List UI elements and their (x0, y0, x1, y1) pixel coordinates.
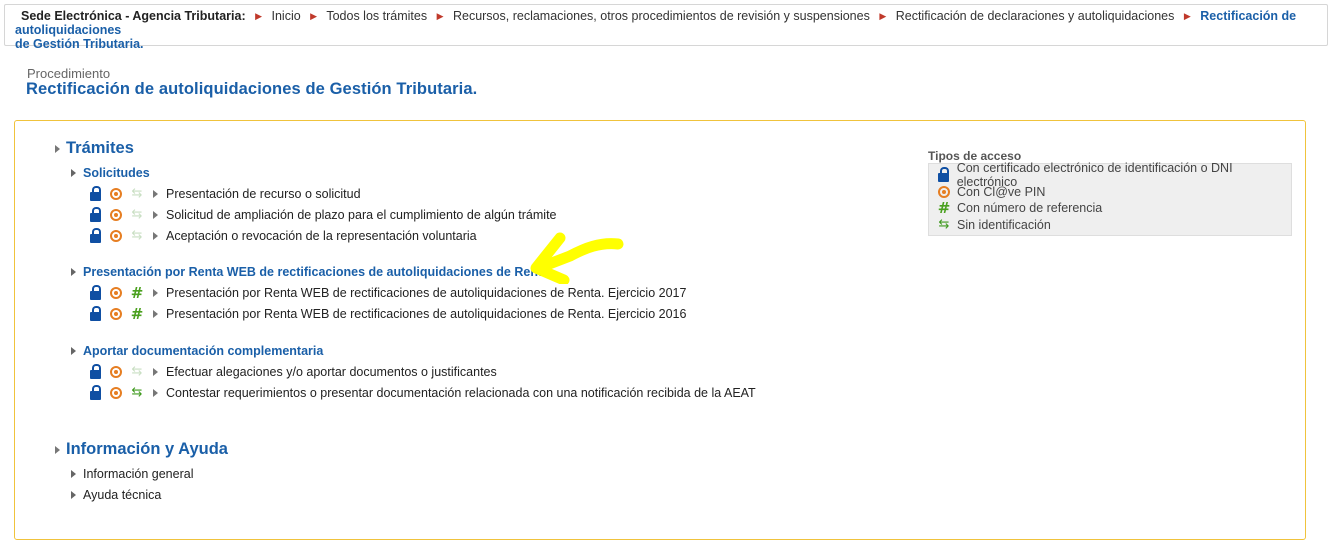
breadcrumb-separator-icon: ▶ (879, 11, 887, 21)
bullet-arrow-icon (71, 491, 76, 499)
section-informacion-ayuda[interactable]: Información y Ayuda (55, 440, 228, 459)
tramite-item[interactable]: ⇆ Aceptación o revocación de la represen… (86, 227, 477, 245)
procedure-label: Procedimiento (27, 66, 111, 81)
info-link-ayuda-tecnica[interactable]: Ayuda técnica (71, 488, 161, 502)
tramite-item[interactable]: ⇆ Efectuar alegaciones y/o aportar docum… (86, 363, 497, 381)
no-identification-icon: ⇆ (938, 216, 950, 232)
hash-icon: # (130, 305, 144, 323)
section-tramites[interactable]: Trámites (55, 139, 134, 158)
group-solicitudes[interactable]: Solicitudes (71, 166, 150, 180)
lock-icon (86, 186, 104, 202)
bullet-arrow-icon (153, 368, 158, 376)
legend-label: Sin identificación (957, 217, 1051, 232)
info-label: Información general (83, 467, 194, 481)
expand-arrow-icon (71, 347, 76, 355)
breadcrumb-separator-icon: ▶ (1183, 11, 1191, 21)
legend-row: # Con número de referencia (935, 200, 1291, 217)
no-identification-icon-disabled: ⇆ (131, 207, 143, 222)
hash-icon: # (937, 199, 951, 218)
tramite-label: Efectuar alegaciones y/o aportar documen… (166, 365, 497, 379)
clave-pin-icon (107, 385, 125, 401)
bullet-arrow-icon (153, 289, 158, 297)
lock-icon (935, 167, 953, 183)
lock-icon (86, 285, 104, 301)
clave-pin-icon (107, 364, 125, 380)
group-title: Presentación por Renta WEB de rectificac… (83, 265, 550, 279)
tramite-item[interactable]: ⇆ Contestar requerimientos o presentar d… (86, 384, 756, 402)
page-title: Rectificación de autoliquidaciones de Ge… (26, 80, 478, 98)
tramite-label: Aceptación o revocación de la representa… (166, 229, 477, 243)
yellow-arrow-annotation-icon (530, 232, 624, 284)
legend-label: Con Cl@ve PIN (957, 184, 1046, 199)
legend-row: Con certificado electrónico de identific… (935, 161, 1291, 189)
bullet-arrow-icon (153, 190, 158, 198)
breadcrumb-link-recursos[interactable]: Recursos, reclamaciones, otros procedimi… (453, 9, 870, 23)
group-renta-web[interactable]: Presentación por Renta WEB de rectificac… (71, 265, 549, 279)
info-link-general[interactable]: Información general (71, 467, 193, 481)
lock-icon (86, 306, 104, 322)
expand-arrow-icon (71, 268, 76, 276)
clave-pin-icon (107, 207, 125, 223)
expand-arrow-icon (55, 445, 60, 454)
clave-pin-icon (107, 285, 125, 301)
expand-arrow-icon (55, 144, 60, 153)
tramite-label: Presentación por Renta WEB de rectificac… (166, 307, 687, 321)
breadcrumb-link-rectificacion-declaraciones[interactable]: Rectificación de declaraciones y autoliq… (896, 9, 1175, 23)
group-title: Aportar documentación complementaria (83, 344, 324, 358)
breadcrumb-link-todos-los-tramites[interactable]: Todos los trámites (326, 9, 427, 23)
tramite-label: Presentación de recurso o solicitud (166, 187, 361, 201)
section-tramites-title: Trámites (66, 139, 134, 157)
tramite-label: Contestar requerimientos o presentar doc… (166, 386, 756, 400)
no-identification-icon: ⇆ (131, 385, 143, 400)
bullet-arrow-icon (153, 310, 158, 318)
group-title: Solicitudes (83, 166, 150, 180)
no-identification-icon-disabled: ⇆ (131, 186, 143, 201)
breadcrumb-current-cont: de Gestión Tributaria. (15, 37, 144, 51)
expand-arrow-icon (71, 169, 76, 177)
breadcrumb-separator-icon: ▶ (255, 11, 263, 21)
breadcrumb-separator-icon: ▶ (310, 11, 318, 21)
bullet-arrow-icon (153, 211, 158, 219)
breadcrumb-root: Sede Electrónica - Agencia Tributaria: (21, 9, 246, 23)
lock-icon (86, 207, 104, 223)
clave-pin-icon (107, 306, 125, 322)
breadcrumb: Sede Electrónica - Agencia Tributaria: ▶… (4, 4, 1328, 51)
section-info-title: Información y Ayuda (66, 440, 228, 458)
bullet-arrow-icon (153, 389, 158, 397)
tramite-label: Presentación por Renta WEB de rectificac… (166, 286, 687, 300)
hash-icon: # (130, 284, 144, 302)
info-label: Ayuda técnica (83, 488, 162, 502)
bullet-arrow-icon (71, 470, 76, 478)
breadcrumb-link-inicio[interactable]: Inicio (272, 9, 301, 23)
tramite-item[interactable]: ⇆ Solicitud de ampliación de plazo para … (86, 206, 557, 224)
no-identification-icon-disabled: ⇆ (131, 228, 143, 243)
group-aportar-documentacion[interactable]: Aportar documentación complementaria (71, 344, 323, 358)
no-identification-icon-disabled: ⇆ (131, 364, 143, 379)
access-legend: Con certificado electrónico de identific… (928, 161, 1292, 236)
clave-pin-icon (107, 228, 125, 244)
legend-row: ⇆ Sin identificación (935, 217, 1291, 234)
lock-icon (86, 385, 104, 401)
clave-pin-icon (935, 184, 953, 200)
tramite-item[interactable]: # Presentación por Renta WEB de rectific… (86, 305, 686, 323)
legend-label: Con número de referencia (957, 201, 1103, 216)
clave-pin-icon (107, 186, 125, 202)
tramite-item[interactable]: # Presentación por Renta WEB de rectific… (86, 284, 686, 302)
tramite-label: Solicitud de ampliación de plazo para el… (166, 208, 557, 222)
breadcrumb-separator-icon: ▶ (436, 11, 444, 21)
lock-icon (86, 364, 104, 380)
lock-icon (86, 228, 104, 244)
tramite-item[interactable]: ⇆ Presentación de recurso o solicitud (86, 185, 361, 203)
bullet-arrow-icon (153, 232, 158, 240)
